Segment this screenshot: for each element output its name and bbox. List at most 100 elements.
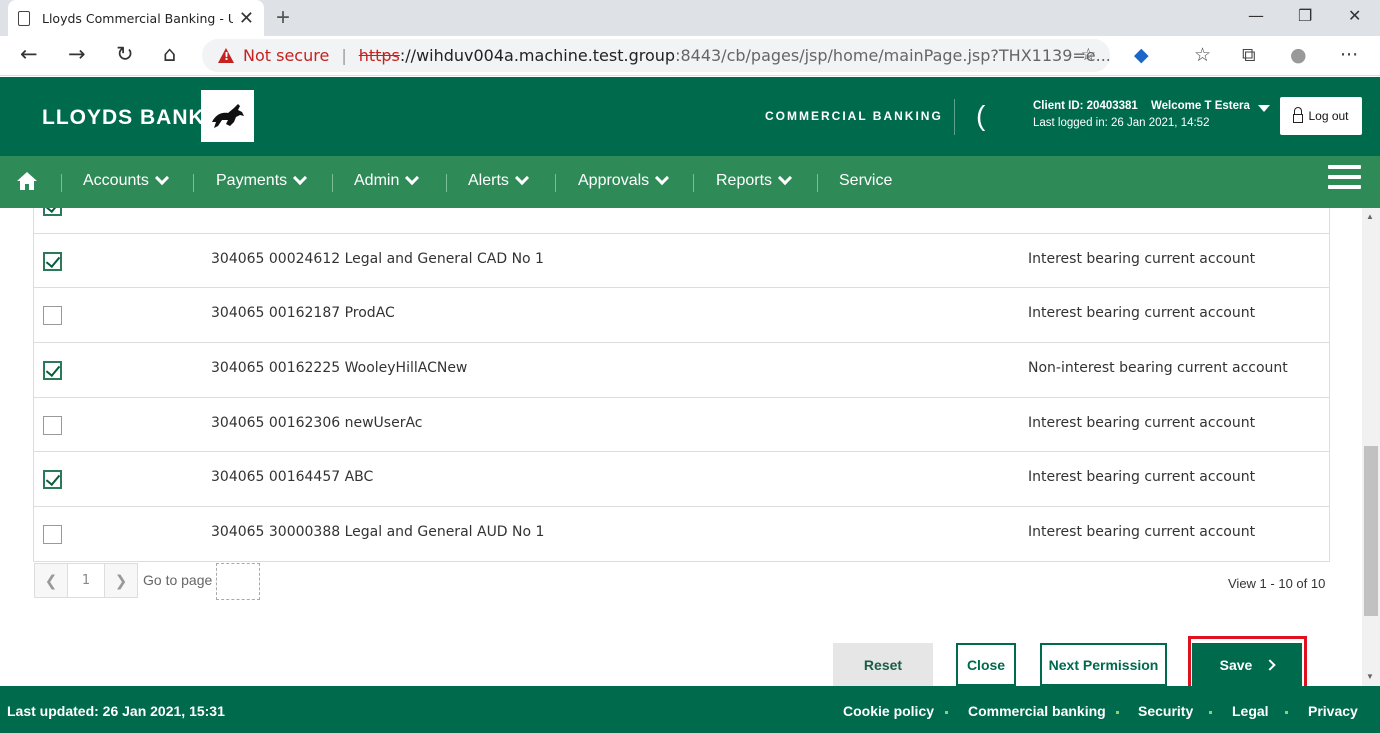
url-host: ://wihduv004a.machine.test.group (399, 46, 676, 65)
nav-separator (555, 174, 556, 192)
goto-page-label: Go to page (143, 572, 213, 588)
save-label: Save (1219, 656, 1253, 673)
view-count: View 1 - 10 of 10 (1228, 576, 1326, 591)
table-row: 304065 30000388 Legal and General AUD No… (34, 506, 1329, 561)
scroll-thumb[interactable] (1364, 446, 1378, 616)
nav-separator (332, 174, 333, 192)
browser-toolbar: ← → ↻ ⌂ Not secure | https ://wihduv004a… (0, 36, 1380, 76)
nav-separator (61, 174, 62, 192)
save-button[interactable]: Save (1192, 643, 1302, 686)
table-row: 304065 00162225 WooleyHillACNew Non-inte… (34, 342, 1329, 397)
page-scrollbar[interactable]: ▲ ▼ (1362, 208, 1380, 686)
scroll-down-icon[interactable]: ▼ (1366, 672, 1374, 681)
reset-button[interactable]: Reset (833, 643, 933, 686)
section-label: COMMERCIAL BANKING (765, 109, 943, 123)
account-type: Interest bearing current account (1028, 250, 1256, 267)
back-icon[interactable]: ← (20, 42, 38, 66)
next-page-icon[interactable]: ❯ (104, 563, 138, 598)
nav-label: Admin (354, 172, 400, 189)
goto-page-input[interactable] (216, 563, 261, 600)
not-secure-label: Not secure (243, 46, 330, 65)
nav-reports[interactable]: Reports (716, 170, 793, 190)
chevron-down-icon (405, 170, 420, 186)
footer-link-cookie-policy[interactable]: Cookie policy (843, 703, 934, 719)
forward-icon[interactable]: → (68, 42, 86, 66)
pagination: ❮ 1 ❯ Go to page (34, 563, 261, 600)
footer-link-legal[interactable]: Legal (1232, 703, 1269, 719)
nav-service[interactable]: Service (839, 172, 892, 190)
phone-icon[interactable]: ( (976, 100, 985, 132)
horse-icon (211, 104, 244, 128)
nav-label: Approvals (578, 172, 650, 189)
home-browser-icon[interactable]: ⌂ (163, 42, 176, 66)
profile-avatar-icon[interactable]: ● (1290, 44, 1307, 66)
table-row: 304065 00162187 ProdAC Interest bearing … (34, 287, 1329, 342)
footer-link-privacy[interactable]: Privacy (1308, 703, 1358, 719)
account-checkbox[interactable] (43, 208, 62, 216)
account-checkbox[interactable] (43, 361, 62, 381)
account-checkbox[interactable] (43, 415, 62, 435)
site-header: LLOYDS BANK COMMERCIAL BANKING ( Client … (0, 77, 1380, 156)
extension-icon[interactable]: ◆ (1134, 44, 1149, 66)
last-updated: Last updated: 26 Jan 2021, 15:31 (7, 703, 225, 719)
nav-alerts[interactable]: Alerts (468, 170, 529, 190)
account-type: Interest bearing current account (1028, 305, 1256, 322)
logout-button[interactable]: Log out (1280, 97, 1362, 135)
window-close-icon[interactable]: ✕ (1348, 6, 1361, 25)
url-separator: | (341, 46, 347, 65)
site-footer: Last updated: 26 Jan 2021, 15:31 Cookie … (0, 686, 1380, 733)
nav-label: Reports (716, 172, 773, 189)
nav-label: Accounts (83, 172, 149, 189)
account-checkbox[interactable] (43, 251, 62, 271)
restore-icon[interactable]: ❐ (1298, 6, 1312, 25)
account-name: 304065 00162306 newUserAc (211, 414, 423, 431)
close-tab-icon[interactable]: ✕ (239, 8, 254, 29)
close-button[interactable]: Close (956, 643, 1016, 686)
new-tab-icon[interactable]: + (276, 4, 290, 32)
account-name: 304065 00024612 Legal and General CAD No… (211, 250, 544, 267)
nav-label: Payments (216, 172, 288, 189)
nav-separator (446, 174, 447, 192)
reload-icon[interactable]: ↻ (116, 42, 134, 66)
footer-dot (1116, 711, 1119, 714)
minimize-icon[interactable]: — (1248, 6, 1264, 25)
horse-logo-icon (201, 90, 254, 142)
browser-tab[interactable]: Lloyds Commercial Banking - User ✕ (8, 0, 264, 36)
user-menu-caret-icon[interactable] (1258, 105, 1270, 112)
nav-accounts[interactable]: Accounts (83, 170, 169, 190)
footer-link-commercial-banking[interactable]: Commercial banking (968, 703, 1106, 719)
home-icon[interactable] (17, 172, 37, 195)
favorites-icon[interactable]: ☆ (1194, 44, 1211, 66)
footer-dot (1285, 711, 1288, 714)
brand-name: LLOYDS BANK (42, 106, 205, 129)
more-menu-icon[interactable]: ··· (1340, 44, 1358, 66)
account-name: 304065 00162187 ProdAC (211, 305, 395, 322)
main-content: 304065 00024612 Legal and General CAD No… (0, 208, 1362, 686)
scroll-up-icon[interactable]: ▲ (1366, 212, 1374, 221)
next-permission-button[interactable]: Next Permission (1040, 643, 1167, 686)
hamburger-menu-icon[interactable] (1328, 165, 1361, 195)
add-favorite-icon[interactable]: ☆ (1081, 45, 1096, 65)
nav-label: Alerts (468, 172, 509, 189)
page-icon (18, 10, 30, 26)
account-checkbox[interactable] (43, 470, 62, 490)
account-name: 304065 30000388 Legal and General AUD No… (211, 524, 545, 541)
tab-title: Lloyds Commercial Banking - User (42, 10, 233, 26)
address-bar[interactable]: Not secure | https ://wihduv004a.machine… (202, 39, 1110, 72)
footer-link-security[interactable]: Security (1138, 703, 1193, 719)
prev-page-icon[interactable]: ❮ (34, 563, 68, 598)
account-checkbox[interactable] (43, 525, 62, 545)
nav-payments[interactable]: Payments (216, 170, 308, 190)
account-name: 304065 00162225 WooleyHillACNew (211, 360, 468, 377)
client-id: Client ID: 20403381 (1033, 100, 1138, 112)
nav-separator (817, 174, 818, 192)
nav-admin[interactable]: Admin (354, 170, 420, 190)
footer-dot (1209, 711, 1212, 714)
account-checkbox[interactable] (43, 306, 62, 326)
table-row: 304065 00162306 newUserAc Interest beari… (34, 396, 1329, 452)
nav-separator (193, 174, 194, 192)
welcome-user[interactable]: Welcome T Estera (1151, 100, 1250, 112)
nav-approvals[interactable]: Approvals (578, 170, 670, 190)
collections-icon[interactable]: ⧉ (1242, 44, 1256, 66)
last-logged-in: Last logged in: 26 Jan 2021, 14:52 (1033, 117, 1210, 129)
